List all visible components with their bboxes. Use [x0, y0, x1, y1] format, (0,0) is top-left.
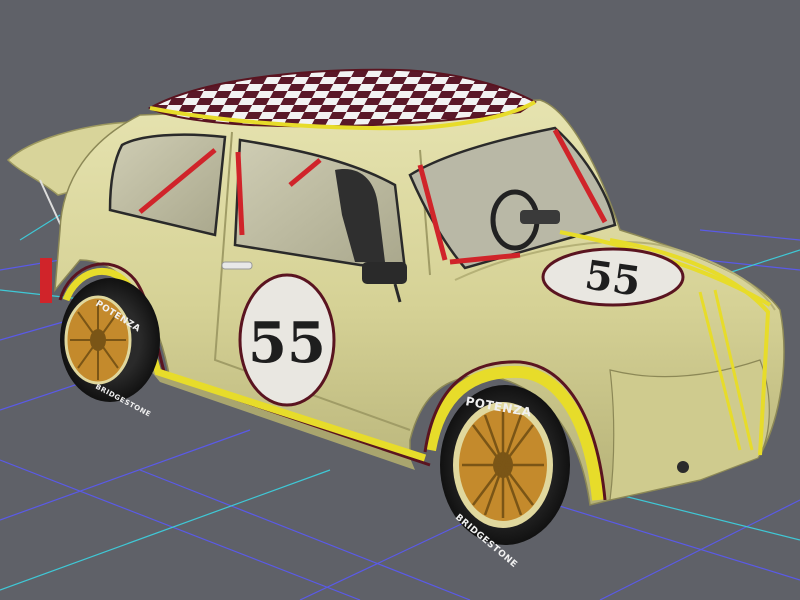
3d-model-viewport[interactable]: 55 55 POTENZA BRIDGESTONE POTENZA BRIDGE… [0, 0, 800, 600]
hood-number-roundel: 55 [541, 247, 685, 307]
hood-race-number: 55 [582, 251, 644, 305]
taillight [40, 258, 52, 303]
fog-lamp [677, 461, 689, 473]
door-race-number: 55 [248, 310, 326, 376]
scene-canvas: 55 55 POTENZA BRIDGESTONE POTENZA BRIDGE… [0, 68, 800, 600]
front-wheel: POTENZA BRIDGESTONE [440, 385, 570, 570]
rear-wheel: POTENZA BRIDGESTONE [60, 278, 160, 419]
door-number-roundel: 55 [238, 273, 336, 407]
checkered-roof [147, 68, 537, 131]
door-handle [221, 261, 253, 270]
